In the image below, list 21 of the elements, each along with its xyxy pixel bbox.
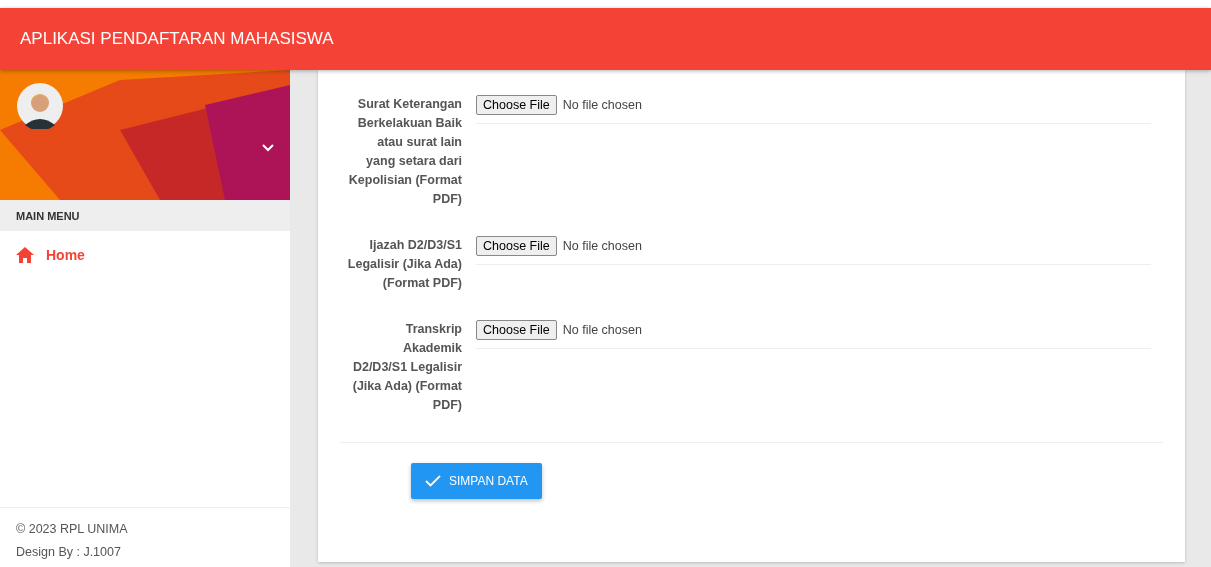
home-icon	[16, 247, 34, 263]
checkmark-icon	[425, 475, 441, 487]
copyright-text: © 2023 RPL UNIMA	[16, 522, 129, 536]
menu-item[interactable]: Home	[0, 231, 290, 271]
menu-header: MAIN MENU	[0, 200, 290, 231]
credit-text: Design By : J.1007	[16, 545, 122, 559]
app-title: APLIKASI PENDAFTARAN MAHASISWA	[20, 29, 334, 49]
choose-file-button[interactable]: Choose File	[476, 95, 557, 115]
chevron-down-icon[interactable]	[262, 144, 274, 152]
file-input[interactable]: Choose File No file chosen	[476, 320, 1151, 349]
field-label: Transkrip Akademik D2/D3/S1 Legalisir (Jika Ada) (Format PDF)	[351, 321, 462, 414]
file-status: No file chosen	[562, 97, 642, 112]
field-label: Surat Keterangan Berkelakuan Baik atau surat lain yang setara dari Kepolisian (Format PDF)	[347, 96, 462, 208]
file-status: No file chosen	[562, 238, 642, 253]
field-label: Ijazah D2/D3/S1 Legalisir (Jika Ada) (Format PDF)	[346, 237, 462, 292]
avatar-icon	[17, 83, 63, 129]
file-input[interactable]: Choose File No file chosen	[476, 95, 1151, 124]
choose-file-button[interactable]: Choose File	[476, 320, 557, 340]
choose-file-button[interactable]: Choose File	[476, 236, 557, 256]
file-status: No file chosen	[562, 322, 642, 337]
file-input[interactable]: Choose File No file chosen	[476, 236, 1151, 265]
